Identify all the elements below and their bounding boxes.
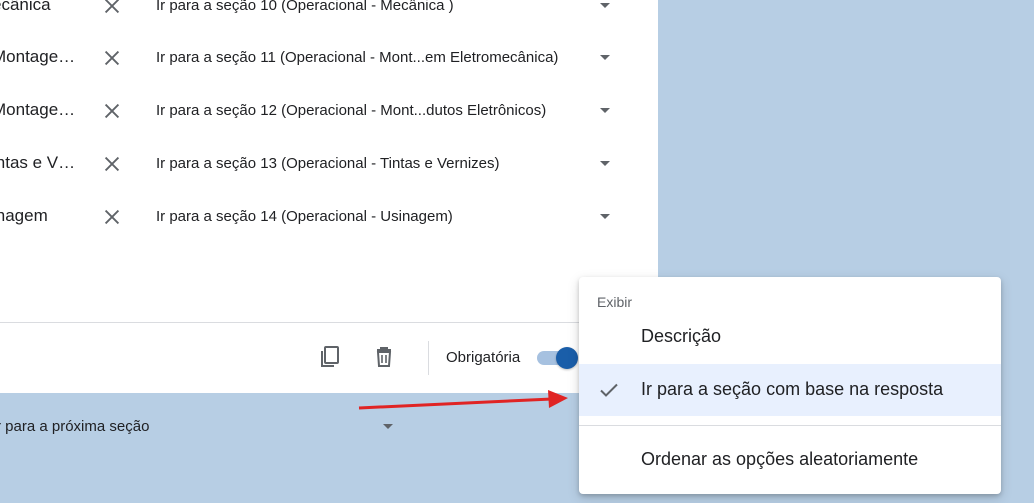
menu-divider bbox=[579, 425, 1001, 426]
section-navigation-value: Ir para a seção 13 (Operacional - Tintas… bbox=[156, 155, 500, 172]
option-label[interactable]: intas e V… bbox=[0, 153, 76, 173]
dropdown-arrow-icon bbox=[600, 3, 610, 8]
check-icon bbox=[600, 383, 618, 397]
menu-item-label: Descrição bbox=[641, 326, 722, 346]
options-menu: Exibir Descrição Ir para a seção com bas… bbox=[579, 277, 1001, 494]
section-navigation-select[interactable]: Ir para a seção 14 (Operacional - Usinag… bbox=[156, 197, 616, 237]
menu-item-label: Ir para a seção com base na resposta bbox=[641, 379, 944, 399]
close-icon[interactable] bbox=[101, 0, 123, 17]
section-navigation-select[interactable]: Ir para a seção 12 (Operacional - Mont..… bbox=[156, 91, 616, 131]
trash-icon[interactable] bbox=[372, 345, 396, 369]
section-navigation-value: Ir para a seção 14 (Operacional - Usinag… bbox=[156, 208, 453, 225]
option-row: inagem Ir para a seção 14 (Operacional -… bbox=[0, 197, 658, 237]
after-section-select[interactable]: r para a próxima seção bbox=[0, 410, 400, 446]
dropdown-arrow-icon bbox=[600, 108, 610, 113]
option-label[interactable]: inagem bbox=[0, 206, 76, 226]
menu-header: Exibir bbox=[597, 294, 633, 310]
copy-icon[interactable] bbox=[318, 345, 342, 369]
after-section-value: r para a próxima seção bbox=[0, 418, 150, 435]
dropdown-arrow-icon bbox=[600, 55, 610, 60]
toggle-thumb[interactable] bbox=[556, 347, 578, 369]
option-row: Montage… Ir para a seção 11 (Operacional… bbox=[0, 38, 658, 78]
option-row: Montage… Ir para a seção 12 (Operacional… bbox=[0, 91, 658, 131]
section-navigation-value: Ir para a seção 11 (Operacional - Mont..… bbox=[156, 49, 559, 66]
close-icon[interactable] bbox=[101, 47, 123, 69]
section-navigation-value: Ir para a seção 12 (Operacional - Mont..… bbox=[156, 102, 547, 119]
close-icon[interactable] bbox=[101, 206, 123, 228]
section-navigation-value: Ir para a seção 10 (Operacional - Mecâni… bbox=[156, 0, 454, 14]
menu-item-description[interactable]: Descrição bbox=[579, 311, 1001, 363]
menu-item-label: Ordenar as opções aleatoriamente bbox=[641, 449, 919, 469]
menu-item-shuffle-options[interactable]: Ordenar as opções aleatoriamente bbox=[579, 434, 1001, 486]
menu-item-go-to-section[interactable]: Ir para a seção com base na resposta bbox=[579, 364, 1001, 416]
option-row: ecânica Ir para a seção 10 (Operacional … bbox=[0, 0, 658, 26]
question-card: ecânica Ir para a seção 10 (Operacional … bbox=[0, 0, 658, 393]
option-label[interactable]: Montage… bbox=[0, 47, 76, 67]
required-label: Obrigatória bbox=[446, 349, 521, 366]
dropdown-arrow-icon bbox=[600, 214, 610, 219]
option-label[interactable]: ecânica bbox=[0, 0, 76, 15]
option-label[interactable]: Montage… bbox=[0, 100, 76, 120]
toolbar-separator bbox=[428, 341, 429, 375]
close-icon[interactable] bbox=[101, 100, 123, 122]
close-icon[interactable] bbox=[101, 153, 123, 175]
dropdown-arrow-icon bbox=[600, 161, 610, 166]
footer-divider bbox=[0, 322, 658, 323]
option-row: intas e V… Ir para a seção 13 (Operacion… bbox=[0, 144, 658, 184]
section-navigation-select[interactable]: Ir para a seção 11 (Operacional - Mont..… bbox=[156, 38, 616, 78]
dropdown-arrow-icon bbox=[383, 424, 393, 429]
section-navigation-select[interactable]: Ir para a seção 10 (Operacional - Mecâni… bbox=[156, 0, 616, 26]
section-navigation-select[interactable]: Ir para a seção 13 (Operacional - Tintas… bbox=[156, 144, 616, 184]
